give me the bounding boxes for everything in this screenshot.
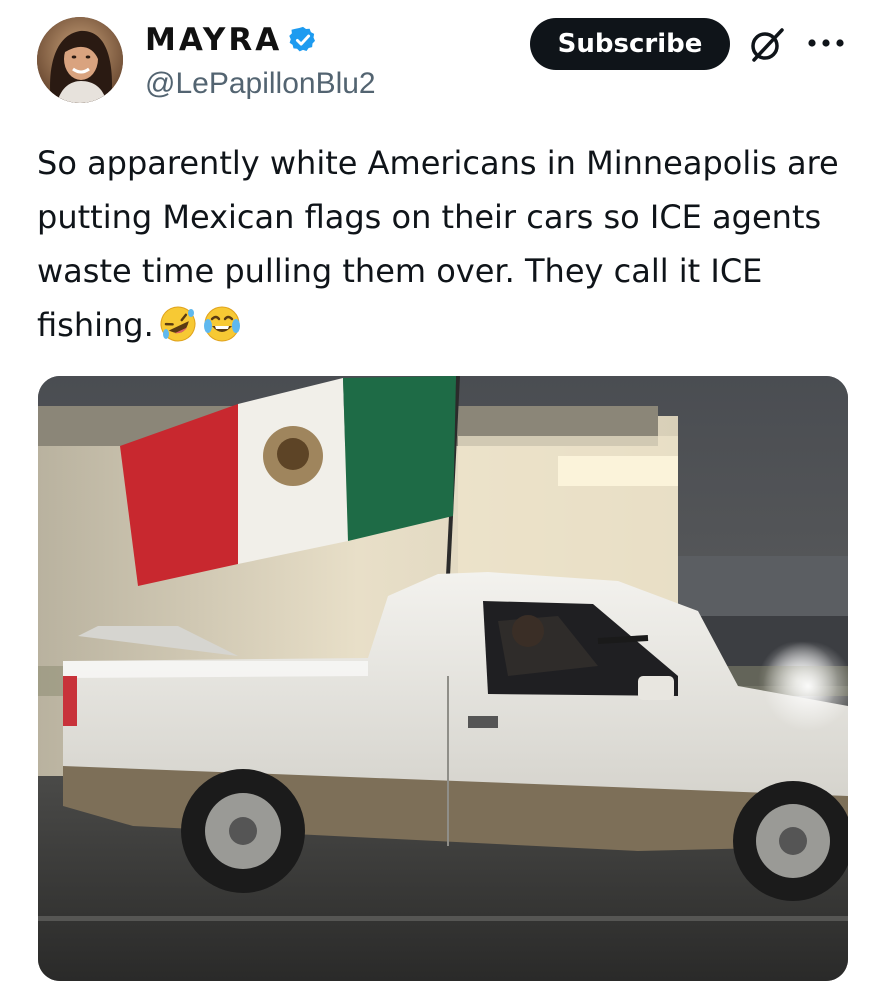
rolling-on-floor-laughing-icon (160, 306, 196, 342)
verified-badge-icon (289, 26, 316, 52)
face-with-tears-of-joy-icon (203, 306, 240, 342)
author-handle[interactable]: @LePapillonBlu2 (145, 64, 376, 104)
subscribe-button[interactable]: Subscribe (530, 18, 730, 70)
avatar[interactable] (37, 17, 123, 103)
author-name-row[interactable]: MAYRA (145, 20, 318, 60)
tweet-media-photo[interactable] (38, 376, 848, 981)
truck-with-flag-photo (38, 376, 848, 981)
avatar-photo (37, 17, 123, 103)
slashed-circle-icon[interactable] (746, 24, 788, 66)
tweet-text-block: So apparently white Americans in Minneap… (37, 136, 857, 352)
more-dots-icon[interactable] (804, 28, 848, 58)
display-name[interactable]: MAYRA (145, 20, 282, 60)
